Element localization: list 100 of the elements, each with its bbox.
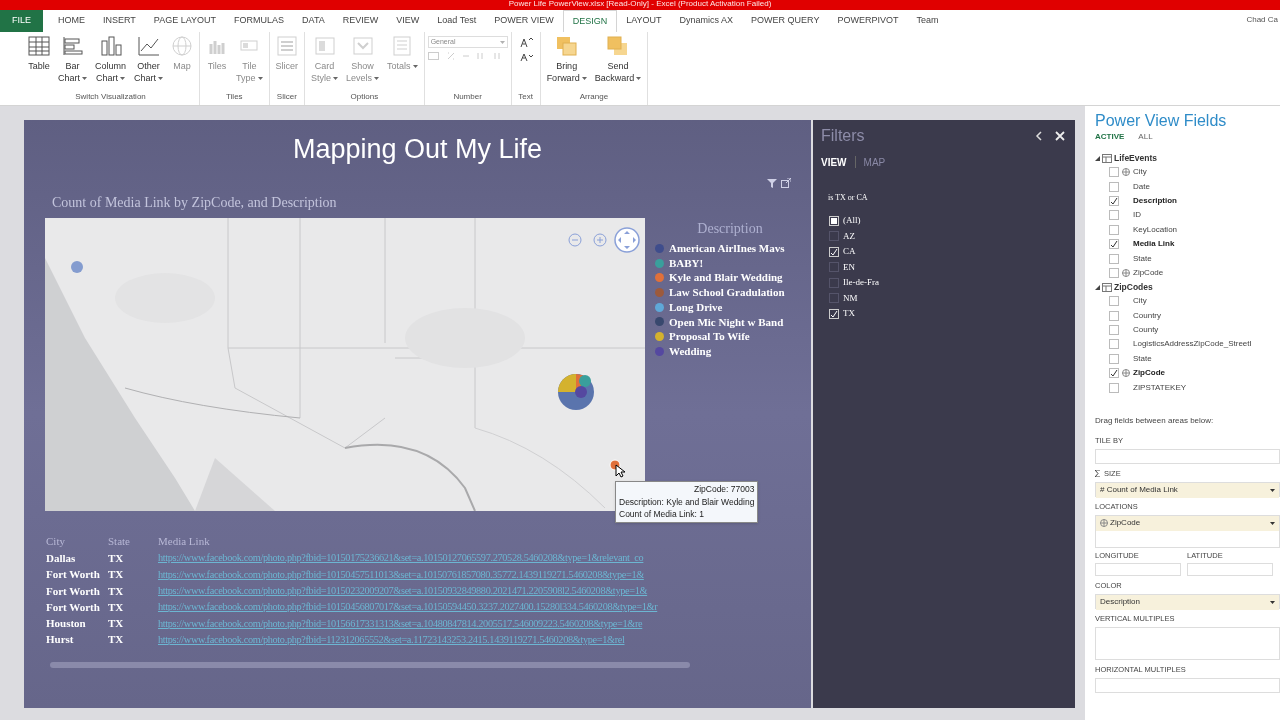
field-name[interactable]: Description	[1133, 194, 1177, 207]
ribbon-button[interactable]: Bar Chart	[55, 36, 90, 84]
table-name[interactable]: ZipCodes	[1114, 280, 1153, 294]
ribbon-button[interactable]: Other Chart	[131, 36, 167, 84]
ribbon-tab[interactable]: Dynamics AX	[670, 10, 743, 32]
legend-label: Wedding	[669, 343, 712, 359]
drop-area[interactable]	[1095, 626, 1280, 660]
field-name[interactable]: Date	[1133, 180, 1150, 193]
checkbox[interactable]	[1109, 339, 1119, 350]
pop-out-icon[interactable]	[781, 178, 791, 188]
filter-item-label: NM	[843, 291, 858, 305]
ribbon-tab[interactable]: FORMULAS	[225, 10, 294, 32]
expand-icon[interactable]	[1095, 155, 1100, 161]
table-name[interactable]: LifeEvents	[1114, 151, 1157, 165]
ribbon-tab[interactable]: Team	[907, 10, 948, 32]
field-name[interactable]: Media Link	[1133, 238, 1175, 251]
ribbon-tab[interactable]: REVIEW	[333, 10, 388, 32]
caret-icon[interactable]	[1270, 521, 1275, 525]
user-name[interactable]: Chad Ca	[1246, 14, 1278, 26]
expand-icon[interactable]	[1095, 284, 1100, 290]
filter-tab[interactable]: VIEW	[821, 154, 847, 170]
field-well[interactable]: Description	[1096, 594, 1279, 610]
column-icon	[99, 36, 122, 56]
field-name[interactable]: County	[1133, 324, 1159, 337]
checkbox[interactable]	[1109, 296, 1119, 307]
percent-icon[interactable]	[446, 52, 455, 60]
ribbon-button[interactable]: Column Chart	[92, 36, 130, 84]
field-name[interactable]: KeyLocation	[1133, 223, 1178, 236]
zoom-in-icon[interactable]	[593, 233, 607, 247]
zoom-out-icon[interactable]	[568, 233, 582, 247]
file-tab[interactable]: FILE	[0, 10, 43, 32]
collapse-icon[interactable]	[1035, 131, 1043, 141]
checkbox[interactable]	[829, 231, 839, 242]
panel-tab[interactable]: ACTIVE	[1095, 131, 1125, 143]
field-name[interactable]: ZipCode	[1133, 266, 1164, 279]
table-cell-text: TX	[108, 599, 125, 615]
field-name[interactable]: City	[1133, 166, 1147, 179]
comma-icon[interactable]	[462, 52, 469, 60]
ribbon-tab[interactable]: HOME	[49, 10, 94, 32]
checkbox[interactable]	[829, 277, 839, 288]
font-size-icon[interactable]	[518, 36, 533, 64]
caret-icon[interactable]	[1270, 600, 1275, 604]
ribbon-tab[interactable]: Load Test	[428, 10, 486, 32]
field-name[interactable]: State	[1133, 352, 1152, 365]
currency-icon[interactable]	[427, 52, 439, 60]
ribbon-tab[interactable]: INSERT	[94, 10, 145, 32]
bubble-cluster[interactable]	[557, 373, 595, 411]
ribbon-tab[interactable]: POWERPIVOT	[828, 10, 908, 32]
checkbox[interactable]	[1109, 239, 1119, 250]
field-well[interactable]: ZipCode	[1096, 515, 1279, 531]
caret-icon	[82, 76, 87, 80]
legend-label: American AirlInes Mavs	[669, 241, 785, 257]
field-name[interactable]: State	[1133, 252, 1152, 265]
ribbon-tab[interactable]: VIEW	[387, 10, 429, 32]
ribbon-tab[interactable]: PAGE LAYOUT	[144, 10, 226, 32]
ribbon-button[interactable]: Send Backward	[591, 36, 645, 84]
decrease-decimal-icon[interactable]	[492, 52, 501, 60]
horizontal-scrollbar[interactable]	[50, 661, 690, 668]
table-button[interactable]: Table	[25, 36, 53, 72]
panel-tab[interactable]: ALL	[1138, 131, 1153, 143]
field-name[interactable]: ID	[1133, 209, 1141, 222]
checkbox[interactable]	[1109, 267, 1119, 278]
levels-icon	[351, 36, 374, 56]
checkbox[interactable]	[1109, 167, 1119, 178]
filter-icon[interactable]	[767, 178, 777, 188]
window-title: Power Life PowerView.xlsx [Read-Only] - Excel (Product Activation Failed)	[508, 0, 772, 8]
table-cell-text: TX	[108, 583, 125, 599]
drop-area[interactable]	[1187, 562, 1273, 576]
field-well[interactable]: # Count of Media Link	[1096, 482, 1279, 498]
field-name[interactable]: LogisticsAddressZipCode_StreetI	[1133, 338, 1252, 351]
field-name[interactable]: ZIPSTATEKEY	[1133, 381, 1187, 394]
checkbox[interactable]	[829, 293, 839, 304]
drop-area[interactable]	[1095, 677, 1280, 693]
caret-icon[interactable]	[1270, 488, 1275, 492]
ribbon-button[interactable]: Bring Forward	[543, 36, 590, 84]
table-cell-text: Fort Worth	[46, 599, 101, 615]
increase-decimal-icon[interactable]	[476, 52, 485, 60]
ribbon-tab[interactable]: DATA	[293, 10, 334, 32]
checkbox[interactable]	[1109, 353, 1119, 364]
ribbon-tab[interactable]: POWER QUERY	[742, 10, 829, 32]
drop-area[interactable]	[1095, 448, 1280, 464]
checkbox[interactable]	[1109, 368, 1119, 379]
drop-area[interactable]	[1095, 562, 1181, 576]
checkbox[interactable]	[1109, 224, 1119, 235]
checkbox[interactable]	[1109, 181, 1119, 192]
checkbox[interactable]	[1109, 210, 1119, 221]
ribbon-tab[interactable]: LAYOUT	[617, 10, 671, 32]
caret-icon	[120, 76, 126, 80]
field-name[interactable]: Country	[1133, 309, 1161, 322]
field-name[interactable]: City	[1133, 295, 1147, 308]
checkbox[interactable]	[1109, 382, 1119, 393]
ribbon-tab[interactable]: POWER VIEW	[485, 10, 563, 32]
pan-control-icon[interactable]	[614, 227, 640, 253]
checkbox[interactable]	[829, 262, 839, 273]
checkbox[interactable]	[1109, 325, 1119, 336]
close-icon[interactable]	[1055, 131, 1065, 141]
checkbox[interactable]	[1109, 310, 1119, 321]
field-name[interactable]: ZipCode	[1133, 367, 1165, 380]
checkbox[interactable]	[1109, 253, 1119, 264]
checkbox[interactable]	[1109, 195, 1119, 206]
